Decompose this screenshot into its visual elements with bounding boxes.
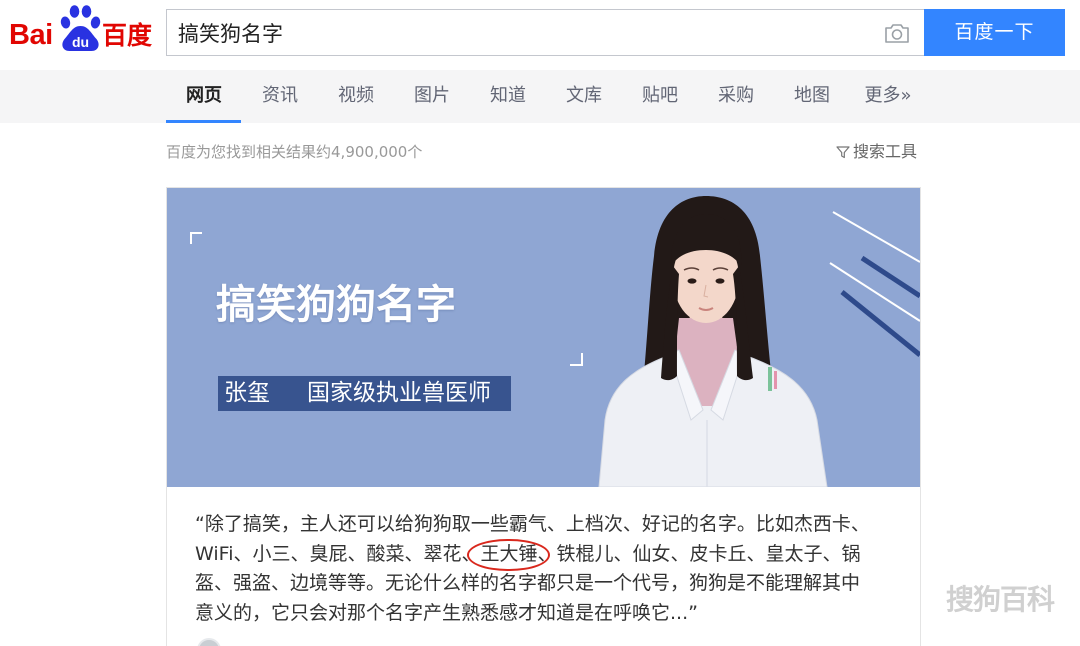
snippet-line: 盔、强盗、边境等等。无论什么样的名字都只是一个代号，狗狗是不能理解其中 [195,572,861,594]
tab-more[interactable]: 更多» [850,70,926,123]
presenter-name: 张玺 [224,380,270,406]
snippet-line: “除了搞笑，主人还可以给狗狗取一些霸气、上档次、好记的名字。比如杰西卡、 [195,513,870,535]
camera-icon[interactable] [884,22,910,44]
result-count: 百度为您找到相关结果约4,900,000个 [166,143,423,161]
tab-wenku[interactable]: 文库 [546,70,622,123]
funnel-icon [836,146,850,159]
result-snippet: “除了搞笑，主人还可以给狗狗取一些霸气、上档次、好记的名字。比如杰西卡、 WiF… [195,510,905,628]
tab-list: 网页 资讯 视频 图片 知道 文库 贴吧 采购 地图 更多» [166,70,926,123]
presenter-eye [715,278,725,284]
tab-zhidao[interactable]: 知道 [470,70,546,123]
thumbnail-artwork [598,196,920,487]
search-box [166,9,924,56]
snippet-text: 、铁棍儿、仙女、皮卡丘、皇太子、锅 [537,542,861,565]
search-tools-button[interactable]: 搜索工具 [836,141,926,163]
presenter-nameplate: 张玺 国家级执业兽医师 [218,376,511,411]
video-result-card: 搞笑狗狗名字 张玺 国家级执业兽医师 “除了搞笑，主人还可以给狗狗取一些霸气、上… [166,187,921,646]
deco-stripe [832,211,920,263]
video-thumbnail[interactable]: 搞笑狗狗名字 张玺 国家级执业兽医师 [167,188,920,487]
logo-text-baidu: 百度 [102,21,153,50]
tab-tieba[interactable]: 贴吧 [622,70,698,123]
header: Bai du 百度 百度一下 [0,0,1080,70]
paw-toe [60,16,71,29]
search-tools-label: 搜索工具 [853,142,918,161]
presenter-title: 国家级执业兽医师 [307,380,491,406]
corner-bracket-top-left [190,232,202,244]
tab-map[interactable]: 地图 [774,70,850,123]
deco-stripe [840,290,920,357]
logo-text-du: du [72,34,89,50]
baidu-logo[interactable]: Bai du 百度 [0,0,160,66]
snippet-line: 意义的，它只会对那个名字产生熟悉感才知道是在呼唤它...” [195,601,698,624]
snippet-line: WiFi、小三、臭屁、酸菜、翠花、王大锤 、铁棍儿、仙女、皮卡丘、皇太子、锅 [195,538,905,571]
video-title: 搞笑狗狗名字 [216,282,456,328]
source-avatar[interactable] [197,638,221,646]
logo-text-bai: Bai [9,19,53,51]
presenter-portrait [598,196,828,487]
paw-toe [81,5,92,18]
corner-bracket-bottom-right [570,353,583,366]
red-circle-annotation [467,538,550,571]
tab-images[interactable]: 图片 [394,70,470,123]
paw-toe [69,5,80,18]
search-button[interactable]: 百度一下 [924,9,1065,56]
pocket-pen [774,371,777,389]
presenter-eye [687,278,697,284]
watermark: 搜狗百科 [946,583,1055,616]
tab-web[interactable]: 网页 [166,70,242,123]
search-nav: 网页 资讯 视频 图片 知道 文库 贴吧 采购 地图 更多» [0,70,1080,123]
snippet-text: WiFi、小三、臭屁、酸菜、翠花、 [195,542,481,565]
tab-shopping[interactable]: 采购 [698,70,774,123]
search-input[interactable] [167,10,867,55]
paw-toe [90,16,101,29]
camera-icon-graphic [885,24,909,43]
circled-name: 王大锤 [467,538,550,571]
tab-news[interactable]: 资讯 [242,70,318,123]
pocket-pen [768,367,772,391]
paw-icon: du [60,5,101,51]
tab-video[interactable]: 视频 [318,70,394,123]
